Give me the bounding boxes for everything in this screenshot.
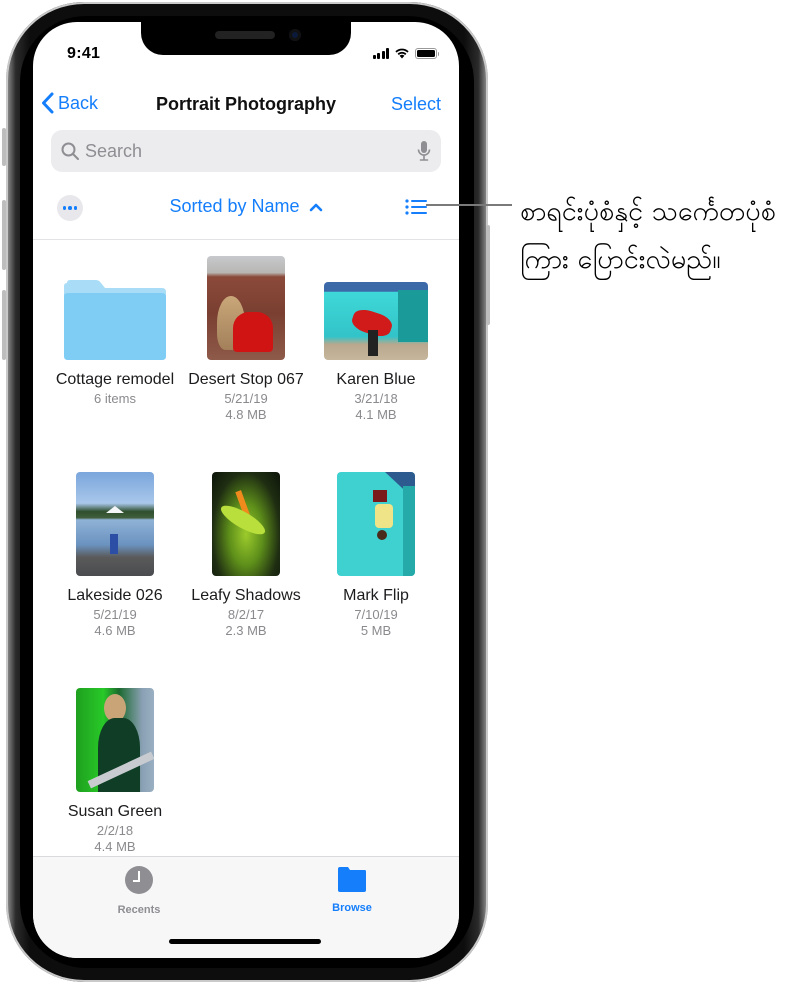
item-size: 5 MB xyxy=(360,623,392,638)
clock-icon xyxy=(125,866,153,894)
item-name: Mark Flip xyxy=(343,587,409,604)
grid-item-photo[interactable]: Susan Green 2/2/18 4.4 MB xyxy=(55,688,175,855)
photo-thumbnail xyxy=(76,472,154,576)
grid-item-folder[interactable]: Cottage remodel 6 items xyxy=(55,256,175,407)
item-date: 3/21/18 xyxy=(354,391,398,406)
item-date: 8/2/17 xyxy=(227,607,265,622)
sort-button[interactable]: Sorted by Name xyxy=(33,196,459,217)
list-view-icon[interactable] xyxy=(405,198,427,216)
item-name: Cottage remodel xyxy=(55,371,175,388)
item-size: 4.1 MB xyxy=(355,407,397,422)
item-size: 4.6 MB xyxy=(94,623,136,638)
tab-browse[interactable]: Browse xyxy=(302,865,402,914)
chevron-up-icon xyxy=(309,203,322,212)
home-indicator[interactable] xyxy=(169,939,321,944)
status-icons xyxy=(372,47,439,59)
item-size: 4.4 MB xyxy=(94,839,136,854)
photo-thumbnail xyxy=(207,256,285,360)
grid-item-photo[interactable]: Karen Blue 3/21/18 4.1 MB xyxy=(316,256,436,423)
item-name: Desert Stop 067 xyxy=(188,371,304,388)
folder-icon xyxy=(64,280,166,360)
item-size: 2.3 MB xyxy=(225,623,267,638)
side-button-volume-down xyxy=(2,290,6,360)
notch xyxy=(141,22,351,55)
callout-text: စာရင်းပုံစံနှင့် သင်္ကေတပုံစံကြား ပြောင်… xyxy=(520,196,776,275)
microphone-icon[interactable] xyxy=(417,140,431,162)
photo-thumbnail xyxy=(324,282,428,360)
photo-thumbnail xyxy=(337,472,415,576)
search-bar[interactable] xyxy=(51,130,441,172)
search-icon xyxy=(61,142,79,160)
battery-icon xyxy=(415,47,439,59)
item-date: 5/21/19 xyxy=(93,607,137,622)
item-name: Leafy Shadows xyxy=(191,587,301,604)
item-size: 4.8 MB xyxy=(225,407,267,422)
cellular-signal-icon xyxy=(372,47,389,59)
item-date: 5/21/19 xyxy=(224,391,268,406)
tab-label: Recents xyxy=(117,904,161,916)
grid-item-photo[interactable]: Lakeside 026 5/21/19 4.6 MB xyxy=(55,472,175,639)
item-name: Susan Green xyxy=(67,803,163,820)
tab-recents[interactable]: Recents xyxy=(89,865,189,916)
status-time: 9:41 xyxy=(67,45,101,62)
wifi-icon xyxy=(395,48,409,59)
photo-thumbnail xyxy=(212,472,280,576)
item-name: Karen Blue xyxy=(336,371,416,388)
side-button-silent xyxy=(2,128,6,166)
photo-thumbnail xyxy=(76,688,154,792)
grid-item-photo[interactable]: Mark Flip 7/10/19 5 MB xyxy=(316,472,436,639)
screen: 9:41 Back Portrait Photography Select Se… xyxy=(33,22,459,958)
item-date: 7/10/19 xyxy=(354,607,398,622)
grid-item-photo[interactable]: Leafy Shadows 8/2/17 2.3 MB xyxy=(186,472,306,639)
search-input[interactable] xyxy=(85,140,417,162)
side-button-power xyxy=(486,225,490,325)
side-button-volume-up xyxy=(2,200,6,270)
speaker xyxy=(215,31,275,39)
tab-label: Browse xyxy=(332,902,372,914)
tab-bar: Recents Browse xyxy=(33,856,459,958)
camera xyxy=(289,29,301,41)
item-name: Lakeside 026 xyxy=(67,587,163,604)
divider xyxy=(33,239,459,240)
select-button[interactable]: Select xyxy=(391,94,441,115)
callout-line xyxy=(426,204,512,206)
folder-icon xyxy=(338,867,366,892)
sort-label: Sorted by Name xyxy=(169,196,300,216)
grid-item-photo[interactable]: Desert Stop 067 5/21/19 4.8 MB xyxy=(186,256,306,423)
item-date: 2/2/18 xyxy=(96,823,134,838)
item-meta: 6 items xyxy=(94,391,136,406)
